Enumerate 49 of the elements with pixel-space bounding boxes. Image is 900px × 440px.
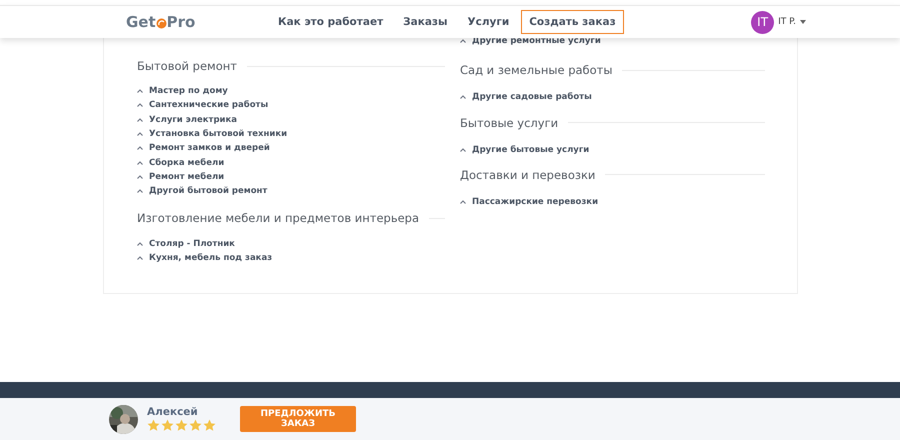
star-icon: [161, 419, 174, 432]
user-name[interactable]: IT P.: [778, 17, 796, 27]
logo-text[interactable]: Pro: [166, 13, 196, 31]
chevron-up-icon: [137, 89, 143, 94]
service-link[interactable]: Сборка мебели: [149, 158, 224, 168]
chevron-up-icon: [137, 189, 143, 194]
chevron-up-icon: [460, 148, 466, 152]
service-link[interactable]: Кухня, мебель под заказ: [149, 252, 272, 263]
service-link[interactable]: Пассажирские перевозки: [472, 197, 598, 208]
service-link[interactable]: Мастер по дому: [149, 86, 228, 96]
chevron-up-icon: [137, 242, 143, 246]
logo-text[interactable]: Get: [126, 13, 156, 31]
user-name: Алексей: [147, 406, 199, 418]
chevron-up-icon: [137, 132, 143, 136]
star-icon: [147, 419, 160, 432]
caret-icon[interactable]: [800, 20, 806, 24]
chevron-up-icon: [137, 174, 143, 179]
section-title: Изготовление мебели и предметов интерьера: [137, 211, 420, 226]
star-icon: [175, 419, 188, 432]
logo-icon: [156, 18, 167, 29]
nav-link[interactable]: Как это работает: [270, 10, 392, 34]
chevron-up-icon: [460, 39, 466, 44]
service-link[interactable]: Другие бытовые услуги: [472, 144, 590, 155]
service-link[interactable]: Сантехнические работы: [149, 100, 268, 110]
service-link[interactable]: Столяр - Плотник: [149, 238, 235, 249]
chevron-up-icon: [137, 160, 143, 165]
chevron-up-icon: [460, 95, 466, 100]
chevron-up-icon: [137, 256, 143, 260]
star-icon: [189, 419, 202, 432]
chevron-up-icon: [137, 146, 143, 150]
section-title: Сад и земельные работы: [460, 63, 612, 78]
nav-link[interactable]: Создать заказ: [521, 10, 624, 34]
service-link[interactable]: Установка бытовой техники: [149, 129, 288, 140]
section-title: Доставки и перевозки: [460, 168, 596, 182]
service-link[interactable]: Ремонт замков и дверей: [149, 143, 270, 154]
nav-link[interactable]: Услуги: [460, 10, 518, 34]
section-title: Бытовой ремонт: [137, 59, 237, 73]
section-title: Бытовые услуги: [460, 116, 558, 130]
service-link[interactable]: Услуги электрика: [149, 114, 237, 125]
service-link[interactable]: Другие садовые работы: [472, 92, 592, 102]
service-link[interactable]: Другой бытовой ремонт: [149, 186, 268, 196]
star-icon: [203, 419, 216, 432]
chevron-up-icon: [460, 200, 466, 204]
user-avatar[interactable]: IT: [751, 10, 774, 34]
service-link[interactable]: Другие ремонтные услуги: [472, 36, 601, 46]
chevron-up-icon: [137, 118, 143, 122]
chevron-up-icon: [137, 103, 143, 108]
nav-link[interactable]: Заказы: [395, 10, 456, 34]
service-link[interactable]: Ремонт мебели: [149, 172, 224, 182]
